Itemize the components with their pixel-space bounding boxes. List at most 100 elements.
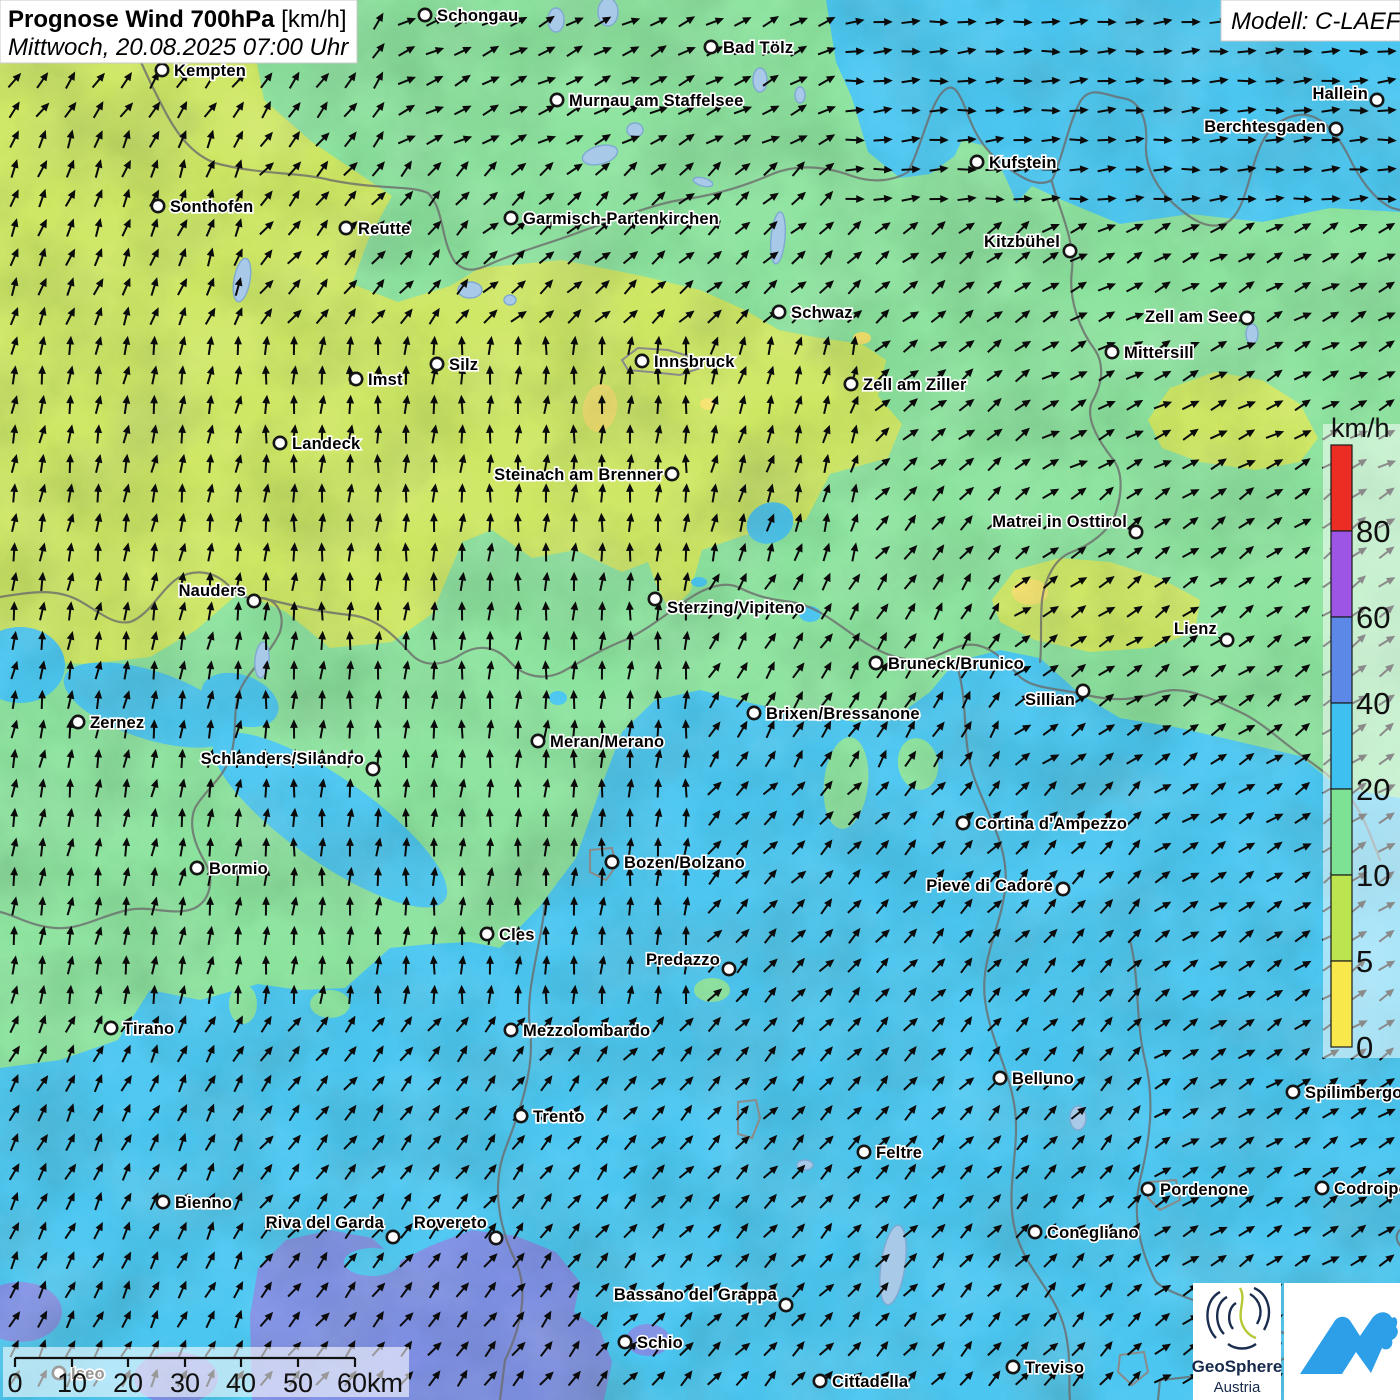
legend: km/h 806040201050	[1323, 413, 1400, 1065]
city-label: Codroipo	[1334, 1180, 1400, 1198]
city-marker	[1287, 1086, 1299, 1098]
city-marker	[666, 468, 678, 480]
city-label: Sillian	[1025, 691, 1075, 709]
city-label: Imst	[368, 371, 403, 389]
city-marker	[191, 862, 203, 874]
city-marker	[1029, 1226, 1041, 1238]
scalebar-label: 50	[283, 1368, 313, 1398]
city-marker	[72, 716, 84, 728]
city-label: Tirano	[123, 1020, 174, 1038]
city-label: Sonthofen	[170, 198, 253, 216]
city-marker	[1130, 526, 1142, 538]
city-label: Berchtesgaden	[1204, 118, 1326, 136]
title-box: Prognose Wind 700hPa [km/h] Mittwoch, 20…	[0, 0, 357, 63]
legend-segment	[1331, 961, 1352, 1047]
city-marker	[870, 657, 882, 669]
legend-value: 5	[1356, 944, 1373, 979]
city-marker	[1077, 685, 1089, 697]
city-marker	[971, 156, 983, 168]
city-marker	[858, 1146, 870, 1158]
city-marker	[387, 1231, 399, 1243]
city-marker	[748, 707, 760, 719]
city-label: Schwaz	[791, 304, 853, 322]
legend-segment	[1331, 445, 1352, 531]
map-canvas: SchongauBad TölzKemptenMurnau am Staffel…	[0, 0, 1400, 1400]
city-marker	[994, 1072, 1006, 1084]
scalebar-label: 30	[170, 1368, 200, 1398]
city-label: Spilimbergo	[1305, 1084, 1400, 1102]
city-marker	[1106, 346, 1118, 358]
city-marker	[1007, 1361, 1019, 1373]
city-label: Bassano del Grappa	[614, 1286, 778, 1304]
city-label: Meran/Merano	[550, 733, 664, 751]
city-marker	[340, 222, 352, 234]
scalebar-label: 20	[113, 1368, 143, 1398]
city-label: Lienz	[1174, 620, 1217, 638]
city-label: Cittadella	[832, 1373, 909, 1391]
city-label: Mittersill	[1124, 344, 1194, 362]
city-label: Mezzolombardo	[523, 1022, 650, 1040]
city-label: Garmisch-Partenkirchen	[523, 210, 719, 228]
legend-segment	[1331, 789, 1352, 875]
city-label: Murnau am Staffelsee	[569, 92, 744, 110]
map-title: Prognose Wind 700hPa [km/h]	[8, 6, 347, 33]
legend-value: 0	[1356, 1030, 1373, 1065]
scalebar-label: 40	[226, 1368, 256, 1398]
map-datetime: Mittwoch, 20.08.2025 07:00 Uhr	[8, 34, 349, 61]
scale-bar: 0102030405060km	[3, 1347, 409, 1398]
city-label: Bozen/Bolzano	[624, 854, 745, 872]
city-marker	[248, 595, 260, 607]
city-marker	[105, 1022, 117, 1034]
city-marker	[957, 817, 969, 829]
city-marker	[1057, 883, 1069, 895]
legend-value: 10	[1356, 858, 1390, 893]
city-marker	[157, 1196, 169, 1208]
city-label: Kufstein	[989, 154, 1057, 172]
city-label: Predazzo	[646, 951, 720, 969]
city-marker	[1371, 94, 1383, 106]
city-marker	[636, 355, 648, 367]
legend-unit-label: km/h	[1331, 413, 1390, 443]
city-label: Bormio	[209, 860, 268, 878]
city-marker	[1241, 312, 1253, 324]
city-marker	[274, 437, 286, 449]
city-marker	[1142, 1183, 1154, 1195]
city-label: Zell am Ziller	[863, 376, 967, 394]
city-marker	[705, 41, 717, 53]
wind-forecast-map: SchongauBad TölzKemptenMurnau am Staffel…	[0, 0, 1400, 1400]
city-label: Schlanders/Silandro	[201, 750, 364, 768]
city-marker	[1330, 123, 1342, 135]
city-label: Cles	[499, 926, 535, 944]
city-label: Kempten	[174, 62, 246, 80]
city-marker	[606, 856, 618, 868]
city-label: Trento	[533, 1108, 585, 1126]
city-label: Reutte	[358, 220, 411, 238]
city-marker	[1316, 1182, 1328, 1194]
title-unit: [km/h]	[275, 6, 347, 33]
city-marker	[1221, 634, 1233, 646]
city-label: Innsbruck	[654, 353, 735, 371]
city-marker	[350, 373, 362, 385]
mountain-logo	[1284, 1283, 1400, 1400]
city-marker	[505, 1024, 517, 1036]
legend-value: 20	[1356, 772, 1390, 807]
city-label: Silz	[449, 356, 478, 374]
city-label: Hallein	[1312, 85, 1368, 103]
city-marker	[773, 306, 785, 318]
city-marker	[1064, 245, 1076, 257]
geosphere-logo: GeoSphere Austria	[1192, 1283, 1283, 1400]
city-label: Treviso	[1025, 1359, 1084, 1377]
city-marker	[152, 200, 164, 212]
city-marker	[814, 1375, 826, 1387]
city-marker	[481, 928, 493, 940]
city-label: Conegliano	[1047, 1224, 1139, 1242]
city-marker	[156, 64, 168, 76]
model-label: Modell: C-LAEF	[1231, 8, 1400, 35]
scalebar-label: 60km	[337, 1368, 403, 1398]
city-label: Feltre	[876, 1144, 922, 1162]
city-label: Matrei in Osttirol	[992, 513, 1127, 531]
scalebar-label: 0	[7, 1368, 22, 1398]
geosphere-logo-subtext: Austria	[1214, 1379, 1261, 1396]
legend-segment	[1331, 617, 1352, 703]
city-marker	[780, 1299, 792, 1311]
